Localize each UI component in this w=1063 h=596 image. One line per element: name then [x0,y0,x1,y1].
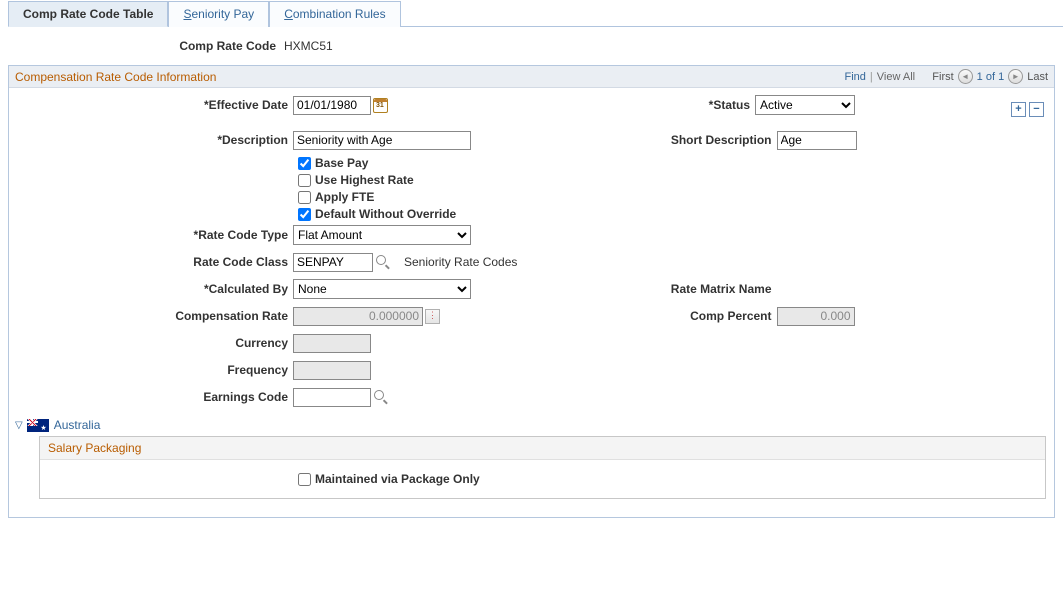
default-without-override-label: Default Without Override [315,207,456,221]
rate-code-type-select[interactable]: Flat Amount [293,225,471,245]
comp-rate-code-value: HXMC51 [282,39,333,53]
tab-combination-rules[interactable]: Combination Rules [269,1,400,27]
use-highest-rate-checkbox[interactable] [298,174,311,187]
comp-rate-input [293,307,423,326]
tab-bar: Comp Rate Code Table Seniority Pay Combi… [8,0,1063,27]
calculated-by-label: Calculated By [9,282,293,296]
base-pay-checkbox[interactable] [298,157,311,170]
tab-comp-rate-code-table[interactable]: Comp Rate Code Table [8,1,168,27]
rate-detail-icon[interactable] [425,309,440,324]
frequency-input [293,361,371,380]
rate-code-class-label: Rate Code Class [9,255,293,269]
default-without-override-checkbox[interactable] [298,208,311,221]
short-desc-input[interactable] [777,131,857,150]
rate-code-class-input[interactable] [293,253,373,272]
row-counter: 1 of 1 [977,71,1005,83]
effective-date-label: Effective Date [9,98,293,112]
apply-fte-checkbox[interactable] [298,191,311,204]
lookup-icon[interactable] [374,390,388,404]
first-label: First [932,71,953,83]
status-label: Status [510,98,755,112]
use-highest-rate-label: Use Highest Rate [315,173,414,187]
comp-percent-input [777,307,855,326]
comp-percent-label: Comp Percent [532,309,777,323]
section-comp-rate-info: Compensation Rate Code Information Find … [8,65,1055,518]
earnings-code-label: Earnings Code [9,390,293,404]
status-select[interactable]: Active [755,95,855,115]
rate-code-class-desc: Seniority Rate Codes [404,255,517,269]
view-all-link[interactable]: View All [877,71,915,83]
tab-seniority-pay[interactable]: Seniority Pay [168,1,269,27]
collapse-icon: ▽ [15,420,23,431]
australia-flag-icon [27,419,49,432]
comp-rate-code-label: Comp Rate Code [0,39,282,53]
section-title: Compensation Rate Code Information [15,70,216,84]
find-link[interactable]: Find [845,71,866,83]
last-label: Last [1027,71,1048,83]
delete-row-button[interactable]: − [1029,102,1044,117]
australia-body: Salary Packaging Maintained via Package … [39,436,1046,499]
prev-button[interactable]: ◄ [958,69,973,84]
description-input[interactable] [293,131,471,150]
grid-nav: Find | View All First ◄ 1 of 1 ► Last [845,69,1048,84]
frequency-label: Frequency [9,363,293,377]
calculated-by-select[interactable]: None [293,279,471,299]
base-pay-label: Base Pay [315,156,368,170]
maintained-via-package-checkbox[interactable] [298,473,311,486]
currency-input [293,334,371,353]
lookup-icon[interactable] [376,255,390,269]
next-button[interactable]: ► [1008,69,1023,84]
short-desc-label: Short Description [532,133,777,147]
add-row-button[interactable]: + [1011,102,1026,117]
earnings-code-input[interactable] [293,388,371,407]
rate-matrix-label: Rate Matrix Name [532,282,777,296]
australia-label: Australia [54,418,101,432]
description-label: Description [9,133,293,147]
rate-code-type-label: Rate Code Type [9,228,293,242]
effective-date-input[interactable] [293,96,371,115]
currency-label: Currency [9,336,293,350]
australia-section-toggle[interactable]: ▽ Australia [15,418,1054,432]
calendar-icon[interactable] [373,98,388,113]
maintained-via-package-label: Maintained via Package Only [315,472,480,486]
apply-fte-label: Apply FTE [315,190,374,204]
comp-rate-label: Compensation Rate [9,309,293,323]
salary-packaging-header: Salary Packaging [40,437,1045,460]
